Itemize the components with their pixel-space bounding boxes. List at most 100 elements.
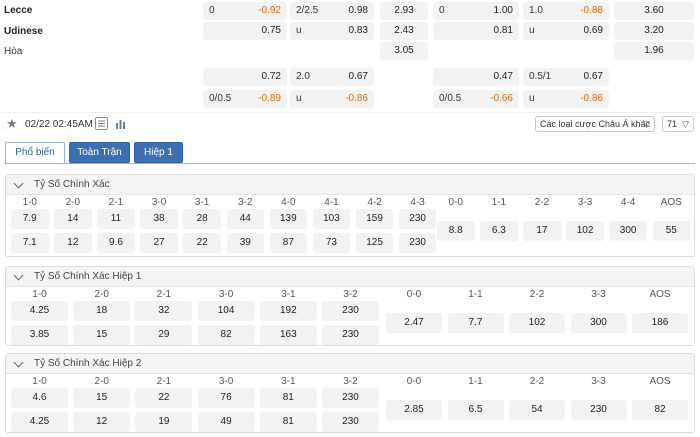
under-odds[interactable]: u 0.83	[290, 22, 374, 40]
home-score-odds[interactable]: 159	[355, 209, 394, 229]
home-score-odds[interactable]: 14	[54, 209, 92, 229]
home-score-odds[interactable]: 230	[322, 388, 379, 408]
away-score-odds[interactable]: 230	[322, 412, 379, 432]
away-score-odds[interactable]: 49	[197, 412, 255, 432]
away-score-odds[interactable]: 230	[398, 233, 437, 253]
h1-alt-away-handicap-odds[interactable]: 0/0.5 -0.66	[433, 90, 519, 108]
away-score-odds[interactable]: 19	[135, 412, 193, 432]
h1-away-handicap-odds[interactable]: 0.81	[433, 22, 519, 40]
away-score-odds[interactable]: 4.25	[11, 412, 68, 432]
chevron-down-icon[interactable]	[13, 270, 24, 281]
draw-score-odds[interactable]: 102	[509, 313, 565, 333]
home-score-odds[interactable]: 104	[197, 301, 255, 321]
home-score-odds[interactable]: 7.9	[11, 209, 49, 229]
away-score-odds[interactable]: 81	[259, 412, 317, 432]
list-icon[interactable]	[95, 117, 108, 130]
draw-1x2-odds[interactable]: 3.05	[380, 42, 428, 60]
tab-full-match[interactable]: Toàn Trận	[69, 142, 130, 163]
home-score-odds[interactable]: 230	[398, 209, 437, 229]
odds-type-select[interactable]: Các loại cược Châu Á khác ▽	[535, 116, 655, 132]
alt-home-handicap-odds[interactable]: 0.72	[203, 68, 287, 86]
h1-draw-1x2-odds[interactable]: 1.96	[614, 42, 694, 60]
away-handicap-odds[interactable]: 0.75	[203, 22, 287, 40]
away-team-name[interactable]: Udinese	[4, 26, 43, 37]
home-score-odds[interactable]: 76	[197, 388, 255, 408]
star-icon[interactable]: ★	[6, 116, 18, 132]
away-score-odds[interactable]: 7.1	[11, 233, 49, 253]
market-count-select[interactable]: 71 ▽	[662, 116, 694, 132]
away-score-odds[interactable]: 163	[259, 325, 317, 345]
away-score-odds[interactable]: 82	[197, 325, 255, 345]
home-score-odds[interactable]: 38	[140, 209, 178, 229]
draw-score-odds[interactable]: 2.47	[386, 313, 442, 333]
home-score-odds[interactable]: 4.6	[11, 388, 68, 408]
away-score-odds[interactable]: 87	[269, 233, 308, 253]
tab-first-half[interactable]: Hiệp 1	[134, 142, 183, 163]
draw-score-odds[interactable]: 55	[652, 221, 690, 241]
h1-under-odds[interactable]: u 0.69	[523, 22, 609, 40]
draw-score-odds[interactable]: 54	[509, 400, 565, 420]
home-handicap-odds[interactable]: 0 -0.92	[203, 2, 287, 20]
away-score-odds[interactable]: 230	[322, 325, 379, 345]
draw-score-odds[interactable]: 8.8	[437, 221, 475, 241]
home-score-odds[interactable]: 4.25	[11, 301, 68, 321]
draw-score-odds[interactable]: 300	[609, 221, 647, 241]
home-score-odds[interactable]: 103	[312, 209, 351, 229]
h1-alt-home-handicap-odds[interactable]: 0.47	[433, 68, 519, 86]
away-score-odds[interactable]: 15	[73, 325, 131, 345]
score-header: 1-1	[468, 376, 483, 387]
away-score-odds[interactable]: 12	[73, 412, 131, 432]
tab-divider	[5, 163, 695, 164]
bar-chart-icon[interactable]	[114, 117, 127, 130]
draw-score-odds[interactable]: 300	[570, 313, 627, 333]
away-1x2-odds[interactable]: 2.43	[380, 22, 428, 40]
alt-under-odds[interactable]: u -0.86	[290, 90, 374, 108]
h1-alt-over-odds[interactable]: 0.5/1 0.67	[523, 68, 609, 86]
draw-score-odds[interactable]: 186	[632, 313, 688, 333]
home-score-odds[interactable]: 28	[183, 209, 221, 229]
over-odds[interactable]: 2/2.5 0.98	[290, 2, 374, 20]
h1-home-handicap-odds[interactable]: 0 1.00	[433, 2, 519, 20]
chevron-down-icon[interactable]	[13, 178, 24, 189]
chevron-down-icon[interactable]	[13, 357, 24, 368]
section-header[interactable]: Tỷ Số Chính Xác	[6, 175, 694, 195]
away-score-odds[interactable]: 22	[183, 233, 221, 253]
draw-score-odds[interactable]: 82	[632, 400, 688, 420]
h1-away-1x2-odds[interactable]: 3.20	[614, 22, 694, 40]
draw-score-odds[interactable]: 7.7	[447, 313, 504, 333]
home-score-odds[interactable]: 192	[259, 301, 317, 321]
alt-over-odds[interactable]: 2.0 0.67	[290, 68, 374, 86]
draw-score-odds[interactable]: 2.85	[386, 400, 442, 420]
away-score-odds[interactable]: 3.85	[11, 325, 68, 345]
away-score-odds[interactable]: 29	[135, 325, 193, 345]
draw-score-odds[interactable]: 6.5	[447, 400, 504, 420]
h1-alt-under-odds[interactable]: u -0.86	[523, 90, 609, 108]
home-score-odds[interactable]: 139	[269, 209, 308, 229]
away-score-odds[interactable]: 9.6	[97, 233, 135, 253]
home-score-odds[interactable]: 18	[73, 301, 131, 321]
draw-score-odds[interactable]: 230	[570, 400, 627, 420]
home-score-odds[interactable]: 44	[226, 209, 264, 229]
h1-over-odds[interactable]: 1.0 -0.88	[523, 2, 609, 20]
away-score-odds[interactable]: 39	[226, 233, 264, 253]
away-score-odds[interactable]: 125	[355, 233, 394, 253]
tab-popular[interactable]: Phổ biến	[5, 142, 65, 164]
away-score-odds[interactable]: 27	[140, 233, 178, 253]
draw-score-odds[interactable]: 102	[566, 221, 604, 241]
away-score-odds[interactable]: 12	[54, 233, 92, 253]
h1-home-1x2-odds[interactable]: 3.60	[614, 2, 694, 20]
alt-away-handicap-odds[interactable]: 0/0.5 -0.89	[203, 90, 287, 108]
draw-score-odds[interactable]: 17	[523, 221, 561, 241]
draw-score-odds[interactable]: 6.3	[480, 221, 518, 241]
home-score-odds[interactable]: 11	[97, 209, 135, 229]
home-score-odds[interactable]: 15	[73, 388, 131, 408]
home-score-odds[interactable]: 81	[259, 388, 317, 408]
home-score-odds[interactable]: 22	[135, 388, 193, 408]
section-header[interactable]: Tỷ Số Chính Xác Hiệp 1	[6, 267, 694, 287]
section-header[interactable]: Tỷ Số Chính Xác Hiệp 2	[6, 354, 694, 374]
away-score-odds[interactable]: 73	[312, 233, 351, 253]
home-score-odds[interactable]: 230	[322, 301, 379, 321]
home-score-odds[interactable]: 32	[135, 301, 193, 321]
home-1x2-odds[interactable]: 2.93	[380, 2, 428, 20]
home-team-name[interactable]: Lecce	[4, 5, 32, 16]
